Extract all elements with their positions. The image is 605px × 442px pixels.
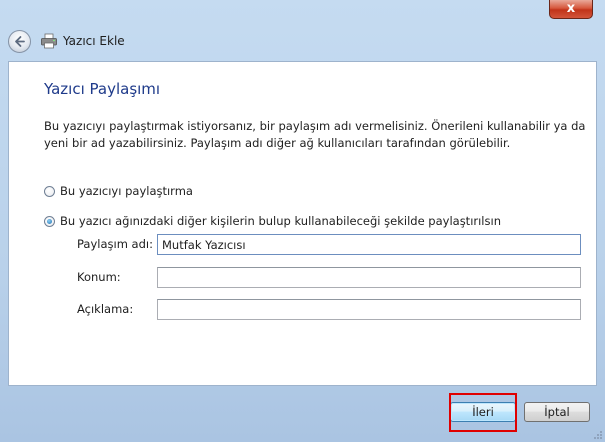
back-button[interactable] [8, 30, 31, 53]
share-option[interactable]: Bu yazıcı ağınızdaki diğer kişilerin bul… [44, 213, 501, 229]
comment-input[interactable] [157, 299, 581, 320]
no-share-radio[interactable] [44, 185, 55, 197]
navigation-bar: Yazıcı Ekle [0, 26, 605, 61]
close-icon: x [566, 1, 576, 16]
back-arrow-icon [15, 36, 25, 47]
resize-grip-icon[interactable] [593, 430, 603, 440]
close-button[interactable]: x [549, 0, 593, 19]
no-share-option[interactable]: Bu yazıcıyı paylaştırma [44, 183, 193, 199]
page-description: Bu yazıcıyı paylaştırmak istiyorsanız, b… [44, 119, 586, 150]
share-label: Bu yazıcı ağınızdaki diğer kişilerin bul… [60, 214, 501, 228]
title-bar: x [0, 0, 605, 26]
share-name-label: Paylaşım adı: [77, 237, 153, 251]
share-radio[interactable] [44, 215, 55, 227]
location-label: Konum: [77, 270, 121, 284]
comment-label: Açıklama: [77, 302, 134, 316]
page-title: Yazıcı Paylaşımı [44, 80, 161, 98]
cancel-button[interactable]: İptal [524, 402, 590, 422]
next-button-highlight [449, 393, 517, 432]
printer-icon [41, 33, 57, 49]
window-title: Yazıcı Ekle [63, 34, 125, 48]
no-share-label: Bu yazıcıyı paylaştırma [60, 184, 193, 198]
share-name-input[interactable] [157, 234, 581, 255]
location-input[interactable] [157, 267, 581, 288]
wizard-content: Yazıcı Paylaşımı Bu yazıcıyı paylaştırma… [8, 61, 597, 386]
add-printer-window: x Yazıcı Ekle Yazıcı Paylaşımı Bu yazıcı… [0, 0, 605, 442]
